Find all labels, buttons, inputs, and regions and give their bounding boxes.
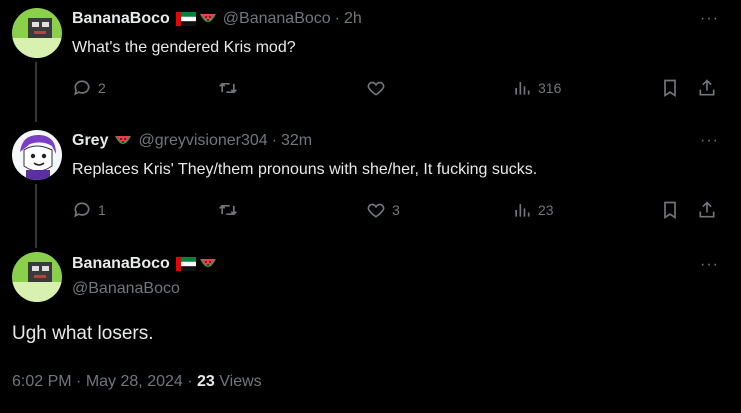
tweet-metadata: 6:02 PM · May 28, 2024 · 23 Views [12,373,262,391]
reply-button[interactable]: 1 [72,200,106,220]
more-options-icon[interactable]: ··· [700,132,719,150]
bookmark-button[interactable] [660,78,680,98]
reply-count: 2 [98,80,106,96]
separator: · [76,373,82,390]
post-time[interactable]: 6:02 PM [12,373,72,390]
avatar[interactable] [12,130,62,180]
handle[interactable]: @greyvisioner304 [138,132,267,150]
reply-count: 1 [98,202,106,218]
retweet-icon [219,82,237,94]
like-button[interactable] [366,78,386,98]
share-icon [699,79,715,96]
display-name[interactable]: BananaBoco [72,10,170,28]
avatar[interactable] [12,8,62,58]
uae-flag-icon [175,12,196,26]
analytics-icon [515,204,530,217]
views-total: 23 [197,373,215,390]
views-button[interactable]: 316 [512,78,561,98]
reply-tweet-2[interactable]: Grey @greyvisioner304 · 32m ··· Replaces… [0,122,741,248]
bookmark-icon [664,201,676,220]
retweet-icon [219,204,237,216]
tweet-text: Replaces Kris' They/them pronouns with s… [72,161,538,178]
timestamp[interactable]: 2h [344,10,362,28]
heart-icon [367,203,385,218]
watermelon-icon [114,134,132,148]
handle[interactable]: @BananaBoco [72,280,180,298]
retweet-button[interactable] [218,78,238,98]
display-name[interactable]: BananaBoco [72,255,170,273]
handle[interactable]: @BananaBoco [223,10,331,28]
reply-icon [74,80,90,96]
views-label: Views [219,373,262,390]
like-button[interactable]: 3 [366,200,400,220]
reply-tweet-1[interactable]: BananaBoco @BananaBoco · 2h ··· What's t… [0,0,741,122]
more-options-icon[interactable]: ··· [700,10,719,28]
reply-icon [74,202,90,218]
reply-button[interactable]: 2 [72,78,106,98]
separator: · [271,132,277,149]
separator: · [334,10,340,27]
share-button[interactable] [697,200,717,220]
watermelon-icon [199,257,217,271]
views-count: 316 [538,80,562,96]
views-button[interactable]: 23 [512,200,554,220]
post-date[interactable]: May 28, 2024 [86,373,183,390]
action-bar: 1 3 23 [72,200,720,224]
analytics-icon [515,82,530,95]
display-name[interactable]: Grey [72,132,108,150]
share-button[interactable] [697,78,717,98]
avatar[interactable] [12,252,62,302]
separator: · [187,373,193,390]
uae-flag-icon [175,257,196,271]
more-options-icon[interactable]: ··· [700,256,719,274]
timestamp[interactable]: 32m [281,132,312,150]
like-count: 3 [392,202,400,218]
share-icon [699,201,715,218]
bookmark-button[interactable] [660,200,680,220]
main-tweet-text: Ugh what losers. [12,323,154,344]
heart-icon [367,81,385,96]
bookmark-icon [664,79,676,98]
views-count: 23 [538,202,554,218]
tweet-text: What's the gendered Kris mod? [72,39,296,56]
watermelon-icon [199,12,217,26]
action-bar: 2 316 [72,78,720,102]
retweet-button[interactable] [218,200,238,220]
